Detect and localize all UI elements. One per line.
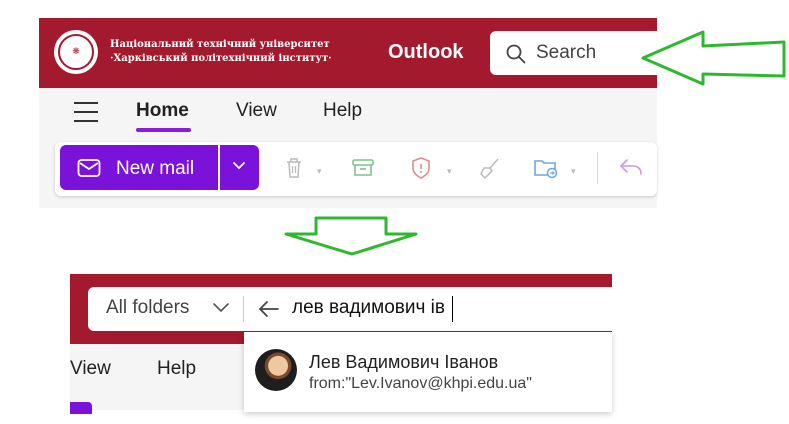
- text-cursor: [452, 296, 453, 322]
- green-arrow-left-icon: [641, 30, 786, 86]
- archive-icon[interactable]: [351, 156, 375, 180]
- contact-name: Лев Вадимович Іванов: [309, 352, 499, 372]
- tab-help[interactable]: Help: [323, 100, 362, 122]
- toolbar-divider: [597, 152, 598, 184]
- search-icon: [506, 44, 526, 64]
- tab-help[interactable]: Help: [157, 358, 196, 380]
- chevron-down-icon: ▾: [447, 166, 452, 176]
- back-arrow-icon[interactable]: [258, 299, 280, 319]
- search-placeholder: Search: [536, 42, 597, 63]
- new-mail-button-edge[interactable]: [70, 402, 92, 414]
- new-mail-label: New mail: [116, 158, 195, 179]
- contact-email-filter: from:"Lev.Ivanov@khpi.edu.ua": [309, 375, 532, 392]
- chevron-down-icon: [233, 162, 245, 170]
- chevron-down-icon: [213, 303, 229, 313]
- search-divider: [243, 296, 244, 322]
- university-seal-icon[interactable]: ❋: [54, 30, 98, 74]
- university-name-line2: ·Харківський політехнічний інститут·: [110, 53, 332, 64]
- search-query-text: лев вадимович ів: [292, 297, 446, 318]
- move-to-folder-icon[interactable]: [533, 156, 563, 180]
- tab-home[interactable]: Home: [136, 100, 189, 122]
- delete-icon[interactable]: [283, 156, 305, 180]
- green-arrow-down-icon: [284, 216, 418, 256]
- app-title[interactable]: Outlook: [388, 41, 464, 64]
- folder-scope-label: All folders: [106, 297, 190, 318]
- hamburger-menu-icon[interactable]: [74, 102, 98, 122]
- active-tab-indicator: [136, 128, 191, 132]
- mail-icon: [77, 159, 101, 177]
- avatar: [255, 349, 297, 391]
- reply-icon[interactable]: [618, 156, 644, 178]
- report-icon[interactable]: [410, 156, 432, 180]
- university-name-line1: Національний технічний університет: [110, 39, 330, 50]
- tab-view[interactable]: View: [236, 100, 277, 122]
- new-mail-dropdown-button[interactable]: [220, 145, 259, 190]
- chevron-down-icon: ▾: [571, 166, 576, 176]
- chevron-down-icon: ▾: [317, 166, 322, 176]
- tab-view[interactable]: View: [70, 358, 111, 380]
- sweep-icon[interactable]: [478, 156, 502, 180]
